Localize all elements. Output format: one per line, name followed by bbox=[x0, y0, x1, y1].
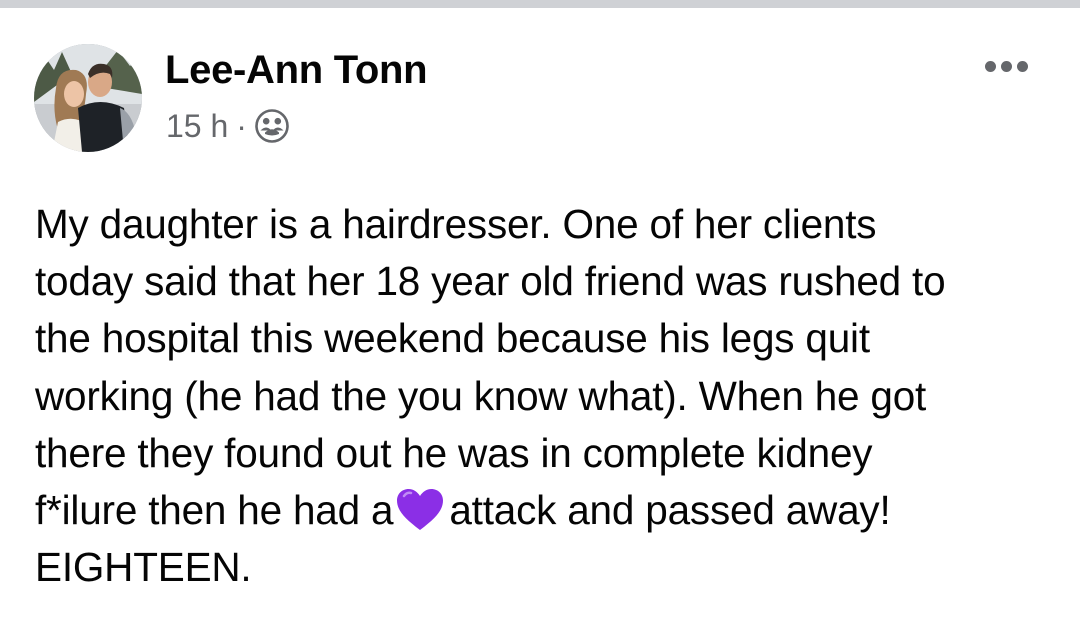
post-text-line: EIGHTEEN. bbox=[35, 544, 252, 591]
post-text-line-with-emoji: f*ilure then he had a attack and passed a… bbox=[35, 482, 1065, 539]
purple-heart-icon bbox=[397, 489, 444, 531]
post-text-line: working (he had the you know what). When… bbox=[35, 372, 927, 419]
more-options-button[interactable] bbox=[976, 52, 1036, 80]
post-body: My daughter is a hairdresser. One of her… bbox=[35, 196, 1065, 596]
post-text-line: there they found out he was in complete … bbox=[35, 429, 873, 476]
post-text-segment: attack and passed away! bbox=[449, 487, 891, 534]
top-divider bbox=[0, 0, 1080, 8]
post-meta: 15 h · bbox=[166, 106, 289, 146]
avatar-photo bbox=[34, 44, 142, 152]
friends-icon[interactable] bbox=[255, 109, 289, 143]
more-dot bbox=[1000, 60, 1012, 72]
more-dot bbox=[984, 60, 996, 72]
meta-separator: · bbox=[236, 107, 247, 144]
post-card: Lee-Ann Tonn 15 h · My daughter is a hai… bbox=[0, 8, 1080, 636]
more-dot bbox=[1016, 60, 1028, 72]
author-name[interactable]: Lee-Ann Tonn bbox=[165, 46, 428, 94]
post-timestamp[interactable]: 15 h bbox=[166, 108, 228, 145]
post-text-line: today said that her 18 year old friend w… bbox=[35, 258, 946, 305]
post-text-segment: f*ilure then he had a bbox=[35, 487, 394, 534]
post-text-line: My daughter is a hairdresser. One of her… bbox=[35, 201, 877, 247]
avatar[interactable] bbox=[34, 44, 142, 152]
post-text-line: the hospital this weekend because his le… bbox=[35, 315, 870, 362]
